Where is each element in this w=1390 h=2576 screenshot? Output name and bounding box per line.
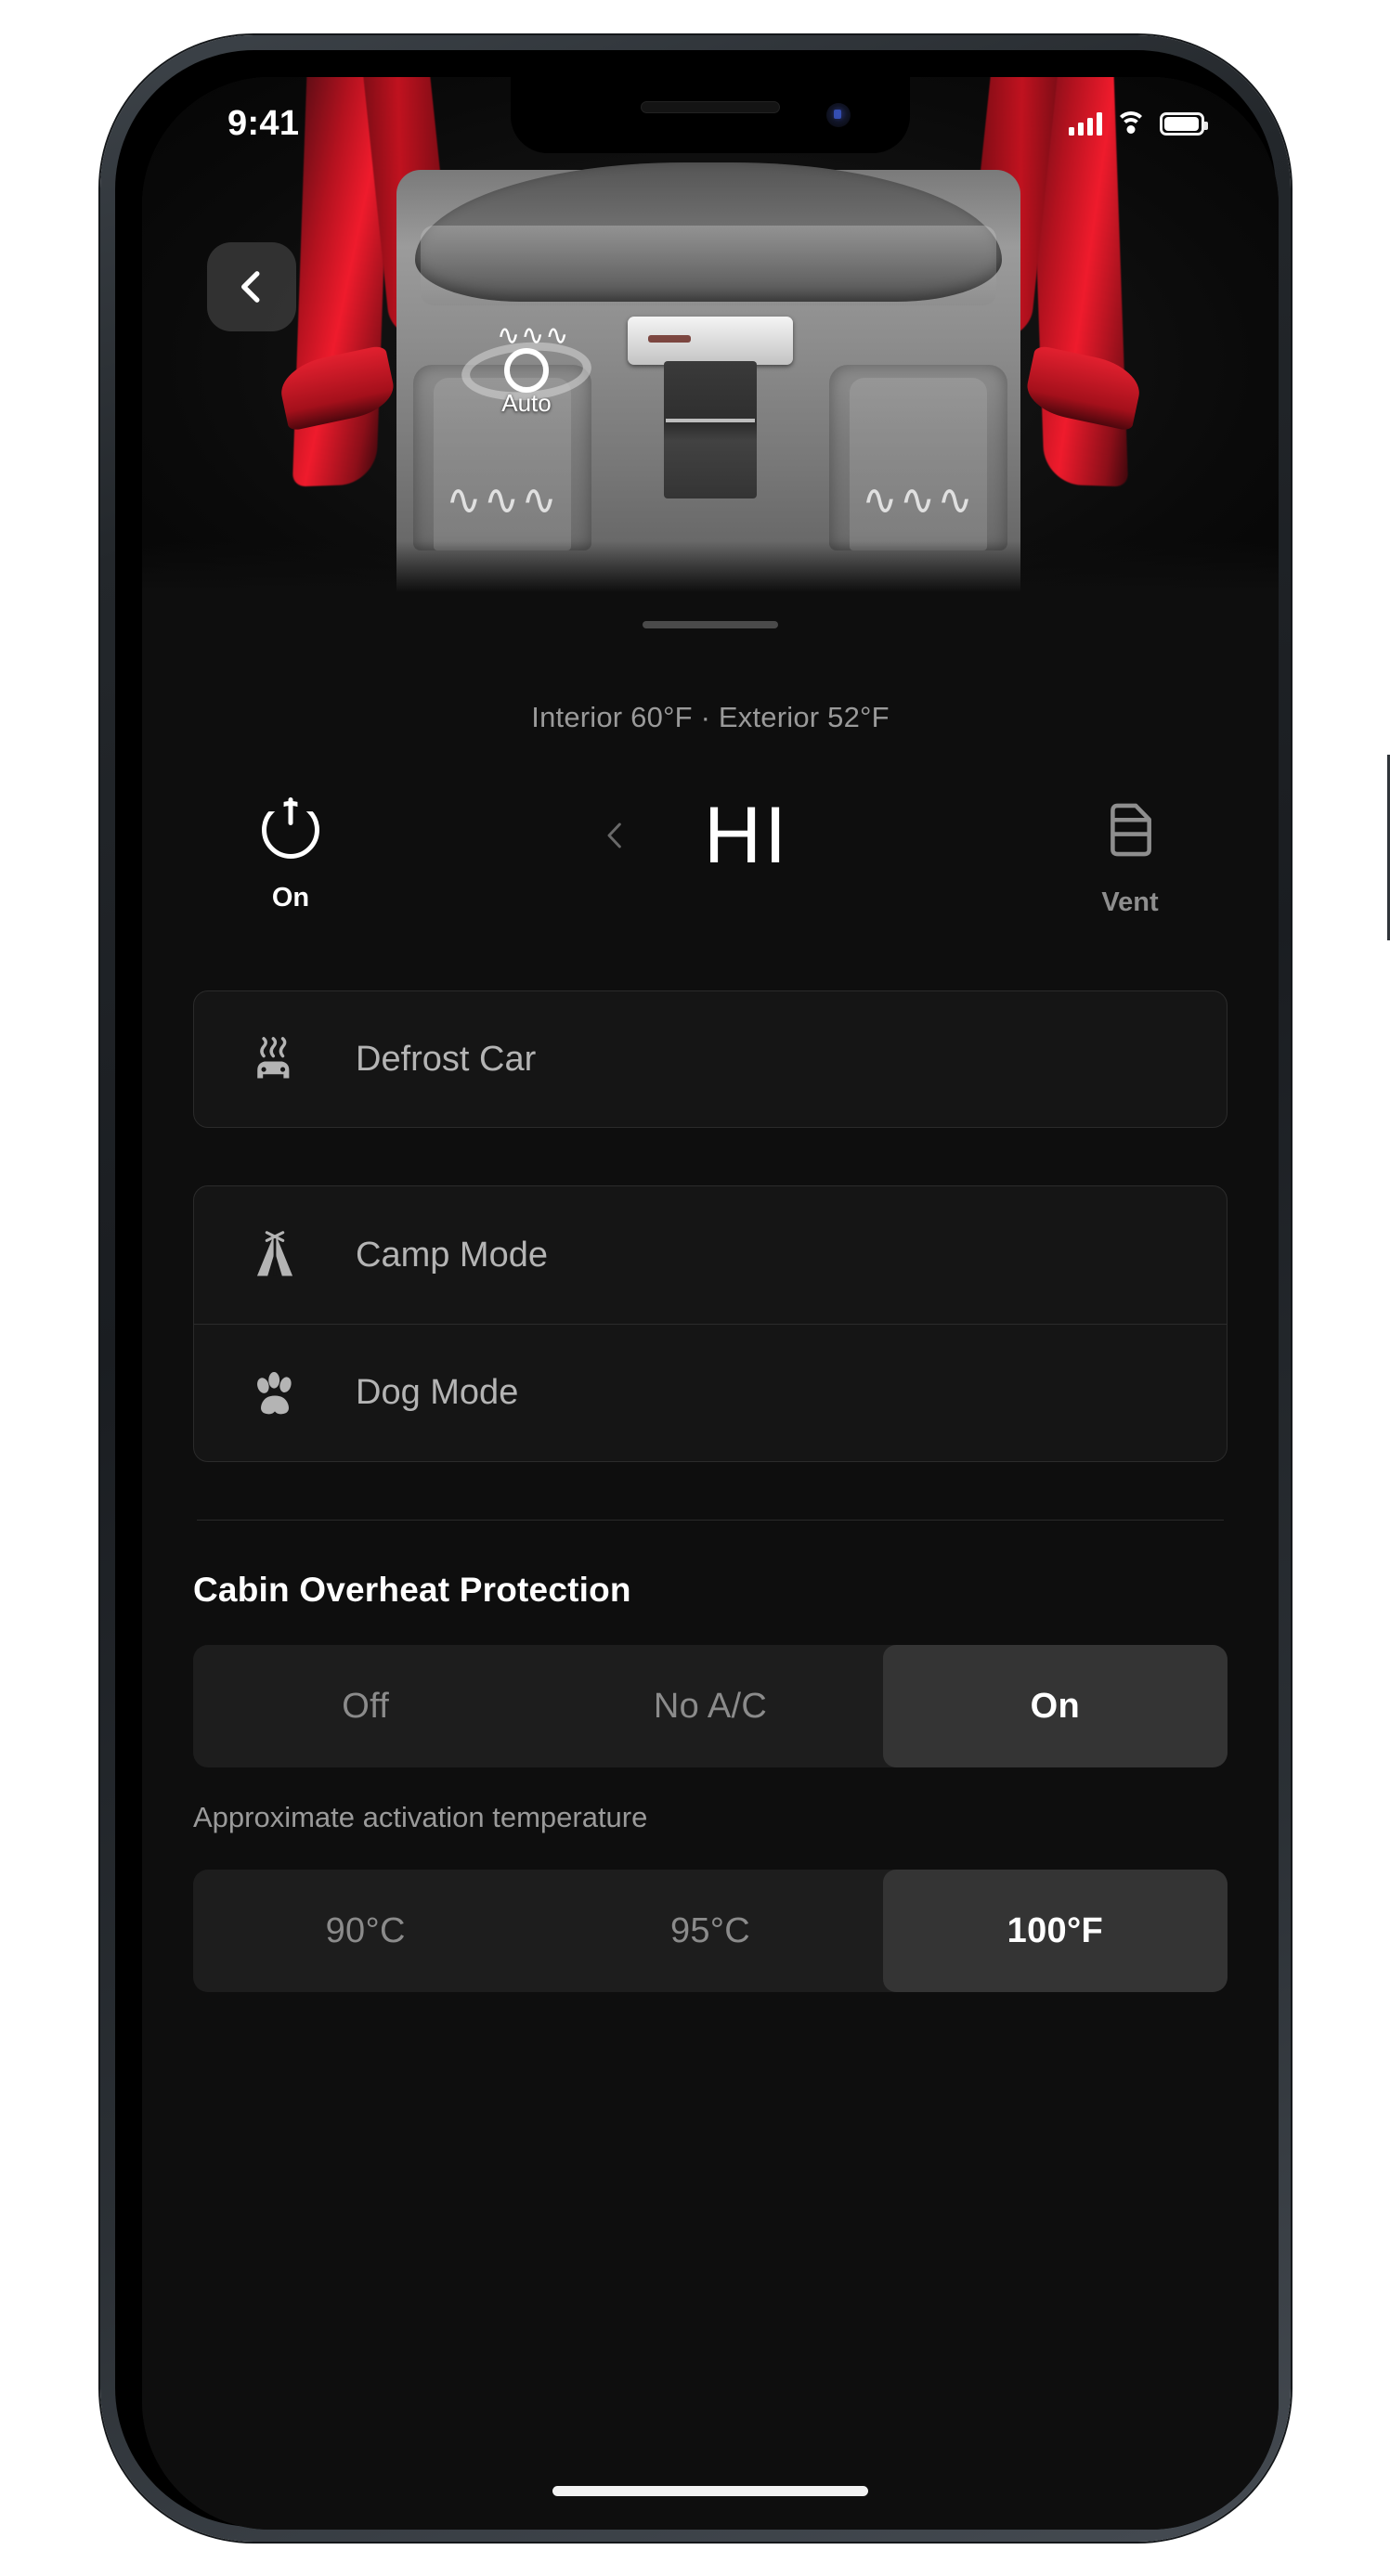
climate-panel: Interior 60°F · Exterior 52°F On HI Vent… — [142, 597, 1279, 2530]
seat-heater-icon: ∿∿∿ — [446, 475, 559, 524]
activation-temperature-label: Approximate activation temperature — [193, 1801, 648, 1833]
phone-screen: ∿∿∿ ∿∿∿ ∿∿∿ Auto 9:41 Interior 60°F · Ex… — [142, 77, 1279, 2530]
segment-temp-100f[interactable]: 100°F — [882, 1870, 1228, 1992]
steering-wheel-auto-label: Auto — [501, 389, 552, 417]
camp-mode-label: Camp Mode — [356, 1235, 548, 1275]
section-divider — [197, 1520, 1224, 1521]
cabin-overheat-title: Cabin Overheat Protection — [193, 1571, 631, 1609]
hero-bottom-fade — [142, 541, 1279, 597]
segment-off[interactable]: Off — [193, 1645, 538, 1767]
passenger-seat-cushion — [850, 378, 987, 550]
home-indicator[interactable] — [552, 2486, 868, 2496]
battery-icon — [1160, 111, 1208, 136]
temperature-readout: Interior 60°F · Exterior 52°F — [531, 701, 890, 733]
battery-fill — [1164, 116, 1199, 131]
sheet-grabber-handle[interactable] — [643, 621, 778, 628]
segment-on[interactable]: On — [882, 1645, 1228, 1767]
temperature-value[interactable]: HI — [672, 796, 821, 875]
defrost-car-label: Defrost Car — [356, 1039, 537, 1079]
cellular-signal-icon — [1069, 111, 1102, 136]
dog-mode-button[interactable]: Dog Mode — [194, 1324, 1227, 1461]
car-console-divider — [666, 419, 755, 422]
chevron-left-icon — [241, 271, 260, 303]
status-time: 9:41 — [227, 103, 300, 143]
climate-control-row: On HI Vent — [193, 796, 1228, 918]
car-hero-image[interactable]: ∿∿∿ ∿∿∿ ∿∿∿ Auto — [142, 77, 1279, 597]
car-door-vent-icon — [1111, 803, 1151, 857]
power-toggle[interactable]: On — [221, 796, 360, 913]
seat-heater-icon: ∿∿∿ — [862, 475, 975, 524]
defrost-car-icon — [246, 1032, 304, 1086]
vent-toggle[interactable]: Vent — [1060, 796, 1200, 918]
paw-icon — [246, 1368, 304, 1418]
activation-temperature-segmented-control: 90°C 95°C 100°F — [193, 1870, 1228, 1992]
car-windshield — [421, 226, 996, 305]
phone-device-frame: ∿∿∿ ∿∿∿ ∿∿∿ Auto 9:41 Interior 60°F · Ex… — [100, 35, 1390, 2542]
vehicle-modes-card: Camp Mode Dog Mode — [193, 1185, 1228, 1462]
car-center-console — [664, 361, 757, 498]
chevron-left-icon[interactable] — [600, 811, 630, 860]
car-dashboard-screen — [628, 317, 793, 365]
steering-wheel-heat-icon[interactable]: ∿∿∿ — [497, 320, 570, 393]
segment-temp-90c[interactable]: 90°C — [193, 1870, 538, 1992]
status-bar: 9:41 — [142, 77, 1279, 155]
vent-label: Vent — [1101, 887, 1159, 917]
device-bezel: ∿∿∿ ∿∿∿ ∿∿∿ Auto 9:41 Interior 60°F · Ex… — [115, 50, 1279, 2530]
power-label: On — [271, 883, 310, 913]
back-button[interactable] — [207, 242, 296, 331]
defrost-car-button[interactable]: Defrost Car — [193, 990, 1228, 1128]
passenger-seat[interactable]: ∿∿∿ — [829, 365, 1007, 550]
wheel-ring-glyph — [504, 348, 549, 393]
segment-temp-95c[interactable]: 95°C — [538, 1870, 882, 1992]
tent-icon — [246, 1229, 304, 1281]
cabin-overheat-segmented-control: Off No A/C On — [193, 1645, 1228, 1767]
camp-mode-button[interactable]: Camp Mode — [194, 1186, 1227, 1324]
temperature-stepper: HI — [360, 796, 1060, 875]
dog-mode-label: Dog Mode — [356, 1373, 519, 1412]
status-icons — [1069, 111, 1208, 136]
segment-no-ac[interactable]: No A/C — [538, 1645, 882, 1767]
heat-waves-glyph: ∿∿∿ — [497, 320, 570, 351]
power-icon — [262, 797, 319, 859]
wifi-icon — [1115, 111, 1147, 136]
